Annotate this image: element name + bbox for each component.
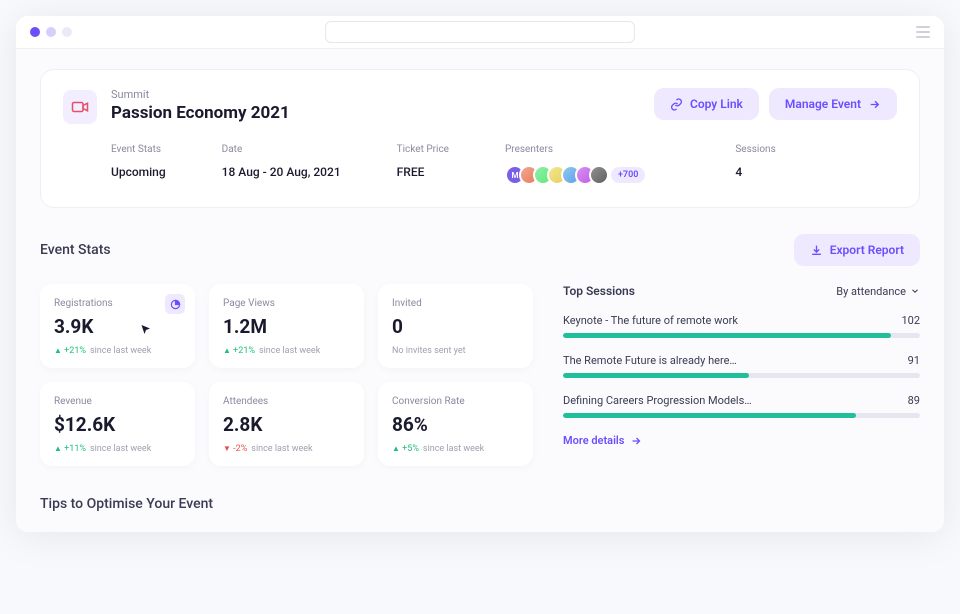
session-row[interactable]: Keynote - The future of remote work 102 xyxy=(563,314,920,338)
hstat-value: FREE xyxy=(397,165,449,179)
hstat-label: Event Stats xyxy=(111,144,166,155)
stat-value: 0 xyxy=(392,315,519,338)
section-title: Event Stats xyxy=(40,242,111,258)
session-name: The Remote Future is already here… xyxy=(563,354,737,367)
arrow-right-icon xyxy=(868,98,881,111)
export-label: Export Report xyxy=(830,243,904,257)
dot-2 xyxy=(46,27,56,37)
stat-label: Attendees xyxy=(223,396,350,407)
hstat-label: Presenters xyxy=(505,144,645,155)
stat-note: No invites sent yet xyxy=(392,346,466,356)
hstat-label: Ticket Price xyxy=(397,144,449,155)
stat-label: Revenue xyxy=(54,396,181,407)
delta-value: ▲ +11% xyxy=(54,444,86,454)
link-icon xyxy=(670,98,683,111)
stat-value: 86% xyxy=(392,413,519,436)
event-icon xyxy=(63,90,97,124)
top-sessions-title: Top Sessions xyxy=(563,284,635,298)
hstat-ticket: Ticket Price FREE xyxy=(397,144,449,185)
sort-label: By attendance xyxy=(836,285,906,298)
event-title: Passion Economy 2021 xyxy=(111,103,640,123)
sort-dropdown[interactable]: By attendance xyxy=(836,285,920,298)
more-details-link[interactable]: More details xyxy=(563,434,920,447)
app-window: Summit Passion Economy 2021 Copy Link Ma… xyxy=(16,16,944,532)
presenters-avatars: M +700 xyxy=(505,165,645,185)
hstat-label: Sessions xyxy=(735,144,775,155)
presenters-more-badge[interactable]: +700 xyxy=(611,167,645,183)
delta-value: ▲ +5% xyxy=(392,444,419,454)
delta-since: since last week xyxy=(90,444,151,454)
hstat-label: Date xyxy=(222,144,341,155)
stat-card[interactable]: Attendees 2.8K ▼ -2% since last week xyxy=(209,382,364,466)
download-icon xyxy=(810,244,823,257)
search-input[interactable] xyxy=(325,21,635,43)
session-row[interactable]: The Remote Future is already here… 91 xyxy=(563,354,920,378)
manage-event-button[interactable]: Manage Event xyxy=(769,88,897,120)
dot-3 xyxy=(62,27,72,37)
chevron-down-icon xyxy=(910,286,920,296)
hstat-value: 18 Aug - 20 Aug, 2021 xyxy=(222,165,341,179)
delta-value: ▼ -2% xyxy=(223,444,247,454)
stat-label: Page Views xyxy=(223,298,350,309)
copy-link-button[interactable]: Copy Link xyxy=(654,88,759,120)
delta-value: ▲ +21% xyxy=(223,346,255,356)
stat-label: Conversion Rate xyxy=(392,396,519,407)
tips-section-title: Tips to Optimise Your Event xyxy=(40,496,920,512)
session-bar xyxy=(563,333,920,338)
hstat-value: Upcoming xyxy=(111,165,166,179)
session-count: 91 xyxy=(908,354,920,367)
stat-card[interactable]: Conversion Rate 86% ▲ +5% since last week xyxy=(378,382,533,466)
stats-grid: Registrations3.9K▲ +21% since last weekP… xyxy=(40,284,533,466)
export-report-button[interactable]: Export Report xyxy=(794,234,920,266)
delta-value: ▲ +21% xyxy=(54,346,86,356)
delta-since: since last week xyxy=(90,346,151,356)
top-sessions-panel: Top Sessions By attendance Keynote - The… xyxy=(563,284,920,466)
stat-card[interactable]: Page Views 1.2M ▲ +21% since last week xyxy=(209,284,364,368)
hstat-value: 4 xyxy=(735,165,775,179)
hstat-status: Event Stats Upcoming xyxy=(111,144,166,185)
chart-icon xyxy=(165,294,185,314)
hstat-presenters: Presenters M +700 xyxy=(505,144,645,185)
stat-label: Registrations xyxy=(54,298,181,309)
stat-card[interactable]: Revenue $12.6K ▲ +11% since last week xyxy=(40,382,195,466)
titlebar xyxy=(16,16,944,49)
hstat-date: Date 18 Aug - 20 Aug, 2021 xyxy=(222,144,341,185)
session-name: Keynote - The future of remote work xyxy=(563,314,738,327)
session-count: 89 xyxy=(908,394,920,407)
manage-event-label: Manage Event xyxy=(785,97,861,111)
session-bar xyxy=(563,373,920,378)
event-subtitle: Summit xyxy=(111,88,640,101)
stat-value: 2.8K xyxy=(223,413,350,436)
session-count: 102 xyxy=(901,314,920,327)
session-row[interactable]: Defining Careers Progression Models… 89 xyxy=(563,394,920,418)
copy-link-label: Copy Link xyxy=(690,97,743,111)
stat-card[interactable]: Invited 0 No invites sent yet xyxy=(378,284,533,368)
delta-since: since last week xyxy=(259,346,320,356)
window-dots xyxy=(30,27,72,37)
event-header-card: Summit Passion Economy 2021 Copy Link Ma… xyxy=(40,69,920,208)
dot-1 xyxy=(30,27,40,37)
session-name: Defining Careers Progression Models… xyxy=(563,394,752,407)
delta-since: since last week xyxy=(251,444,312,454)
avatar xyxy=(589,165,609,185)
stat-value: $12.6K xyxy=(54,413,181,436)
stat-card[interactable]: Registrations 3.9K ▲ +21% since last week xyxy=(40,284,195,368)
hstat-sessions: Sessions 4 xyxy=(735,144,775,185)
stat-label: Invited xyxy=(392,298,519,309)
arrow-right-icon xyxy=(630,435,642,447)
stat-value: 1.2M xyxy=(223,315,350,338)
content: Summit Passion Economy 2021 Copy Link Ma… xyxy=(16,49,944,532)
session-bar xyxy=(563,413,920,418)
stat-value: 3.9K xyxy=(54,315,181,338)
menu-icon[interactable] xyxy=(916,26,930,38)
delta-since: since last week xyxy=(423,444,484,454)
more-label: More details xyxy=(563,434,624,447)
